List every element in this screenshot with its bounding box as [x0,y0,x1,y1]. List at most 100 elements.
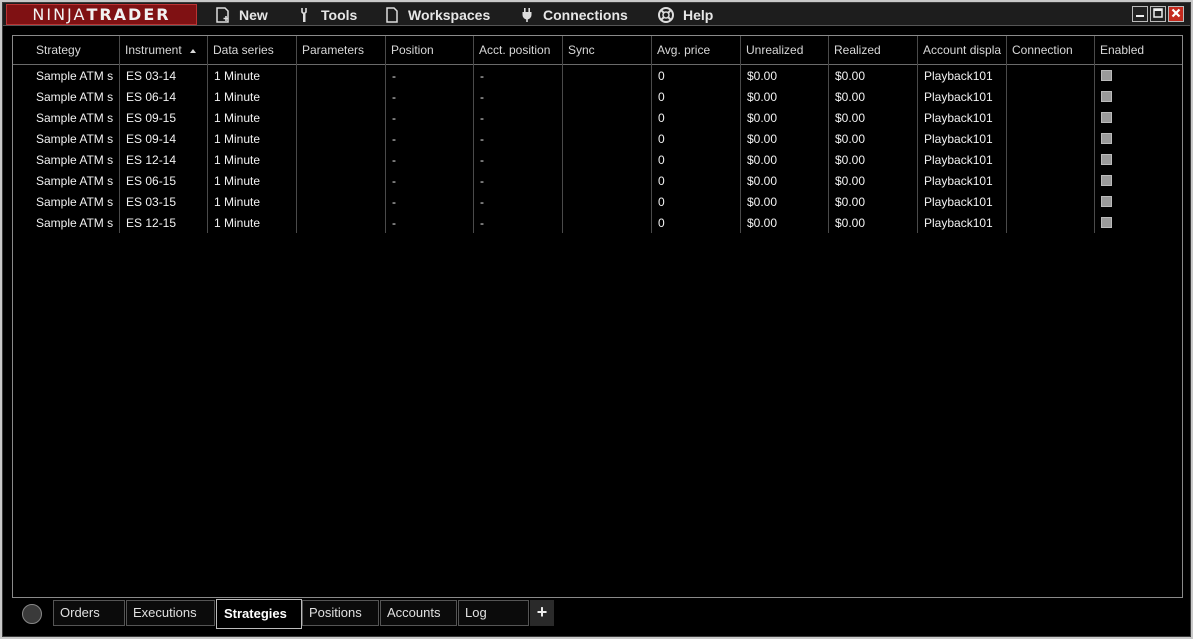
tab-log[interactable]: Log [458,600,529,626]
column-header-acct-position[interactable]: Acct. position [473,36,562,65]
cell-position: - [392,195,396,209]
connection-status-icon [22,604,42,624]
enabled-checkbox[interactable] [1101,133,1112,144]
cell-data-series: 1 Minute [214,132,261,146]
cell-connection [1013,66,1093,87]
enabled-checkbox[interactable] [1101,196,1112,207]
enabled-checkbox[interactable] [1101,217,1112,228]
cell-position: - [392,90,396,104]
add-tab-button[interactable]: + [530,600,554,626]
cell-position: - [392,174,396,188]
column-header-strategy[interactable]: Strategy [13,36,119,65]
enabled-checkbox[interactable] [1101,70,1112,81]
column-header-position[interactable]: Position [385,36,473,65]
cell-avg-price: 0 [658,111,665,125]
cell-instrument: ES 06-15 [126,174,177,188]
cell-acct-position: - [480,216,484,230]
column-divider [562,36,563,233]
column-header-connection[interactable]: Connection [1006,36,1094,65]
cell-instrument: ES 03-15 [126,195,177,209]
cell-connection [1013,171,1093,192]
column-header-instrument[interactable]: Instrument [119,36,207,65]
minimize-icon [1135,5,1145,23]
cell-realized: $0.00 [835,69,866,83]
enabled-checkbox[interactable] [1101,112,1112,123]
minimize-button[interactable] [1132,6,1148,22]
cell-realized: $0.00 [835,174,866,188]
column-header-enabled[interactable]: Enabled [1094,36,1183,65]
column-divider [207,36,208,233]
logo-text: NINJATRADER [32,5,170,24]
cell-parameters [303,213,384,234]
column-header-avg-price[interactable]: Avg. price [651,36,740,65]
tab-accounts[interactable]: Accounts [380,600,457,626]
cell-unrealized: $0.00 [747,174,778,188]
tab-executions[interactable]: Executions [126,600,215,626]
enabled-checkbox[interactable] [1101,154,1112,165]
tab-bar: Orders Executions Strategies Positions Accou… [3,599,1190,631]
ninjatrader-logo[interactable]: NINJATRADER [6,4,197,25]
enabled-checkbox[interactable] [1101,175,1112,186]
column-header-label: Position [391,43,434,57]
column-header-label: Strategy [36,43,81,57]
close-icon [1171,5,1181,23]
close-button[interactable] [1168,6,1184,22]
column-divider [828,36,829,233]
cell-instrument: ES 06-14 [126,90,177,104]
maximize-button[interactable] [1150,6,1166,22]
column-header-label: Realized [834,43,881,57]
cell-avg-price: 0 [658,153,665,167]
menu-new[interactable]: New [215,3,268,26]
column-header-account[interactable]: Account displa [917,36,1006,65]
enabled-checkbox[interactable] [1101,91,1112,102]
cell-sync [569,150,650,171]
column-divider [1094,36,1095,233]
cell-unrealized: $0.00 [747,195,778,209]
cell-account: Playback101 [924,111,993,125]
cell-acct-position: - [480,90,484,104]
column-header-realized[interactable]: Realized [828,36,917,65]
cell-avg-price: 0 [658,174,665,188]
cell-unrealized: $0.00 [747,153,778,167]
menu-tools[interactable]: Tools [297,3,357,26]
cell-data-series: 1 Minute [214,90,261,104]
cell-data-series: 1 Minute [214,69,261,83]
cell-strategy: Sample ATM s [36,111,114,125]
column-header-label: Data series [213,43,274,57]
cell-unrealized: $0.00 [747,111,778,125]
cell-position: - [392,69,396,83]
column-header-parameters[interactable]: Parameters [296,36,385,65]
column-header-data-series[interactable]: Data series [207,36,296,65]
menu-connections-label: Connections [543,6,628,23]
menu-workspaces[interactable]: Workspaces [384,3,490,26]
column-header-unrealized[interactable]: Unrealized [740,36,828,65]
strategies-grid: Strategy Instrument Data series Parameters P… [12,35,1183,598]
column-header-sync[interactable]: Sync [562,36,651,65]
cell-connection [1013,150,1093,171]
tab-positions[interactable]: Positions [302,600,379,626]
cell-connection [1013,192,1093,213]
cell-position: - [392,132,396,146]
menu-connections[interactable]: Connections [519,3,628,26]
menu-workspaces-label: Workspaces [408,6,491,23]
tab-orders[interactable]: Orders [53,600,125,626]
cell-realized: $0.00 [835,90,866,104]
column-divider [473,36,474,233]
cell-realized: $0.00 [835,132,866,146]
tab-strategies[interactable]: Strategies [216,599,302,629]
wrench-icon [297,7,313,23]
cell-data-series: 1 Minute [214,153,261,167]
column-header-label: Connection [1012,43,1073,57]
column-divider [917,36,918,233]
column-divider [119,36,120,233]
cell-position: - [392,216,396,230]
column-divider [1006,36,1007,233]
logo-text-left: NINJA [32,5,87,24]
cell-account: Playback101 [924,153,993,167]
column-header-label: Enabled [1100,43,1145,57]
menu-help[interactable]: Help [657,3,713,26]
cell-account: Playback101 [924,216,993,230]
cell-acct-position: - [480,69,484,83]
cell-avg-price: 0 [658,195,665,209]
column-header-label: Parameters [302,43,365,57]
